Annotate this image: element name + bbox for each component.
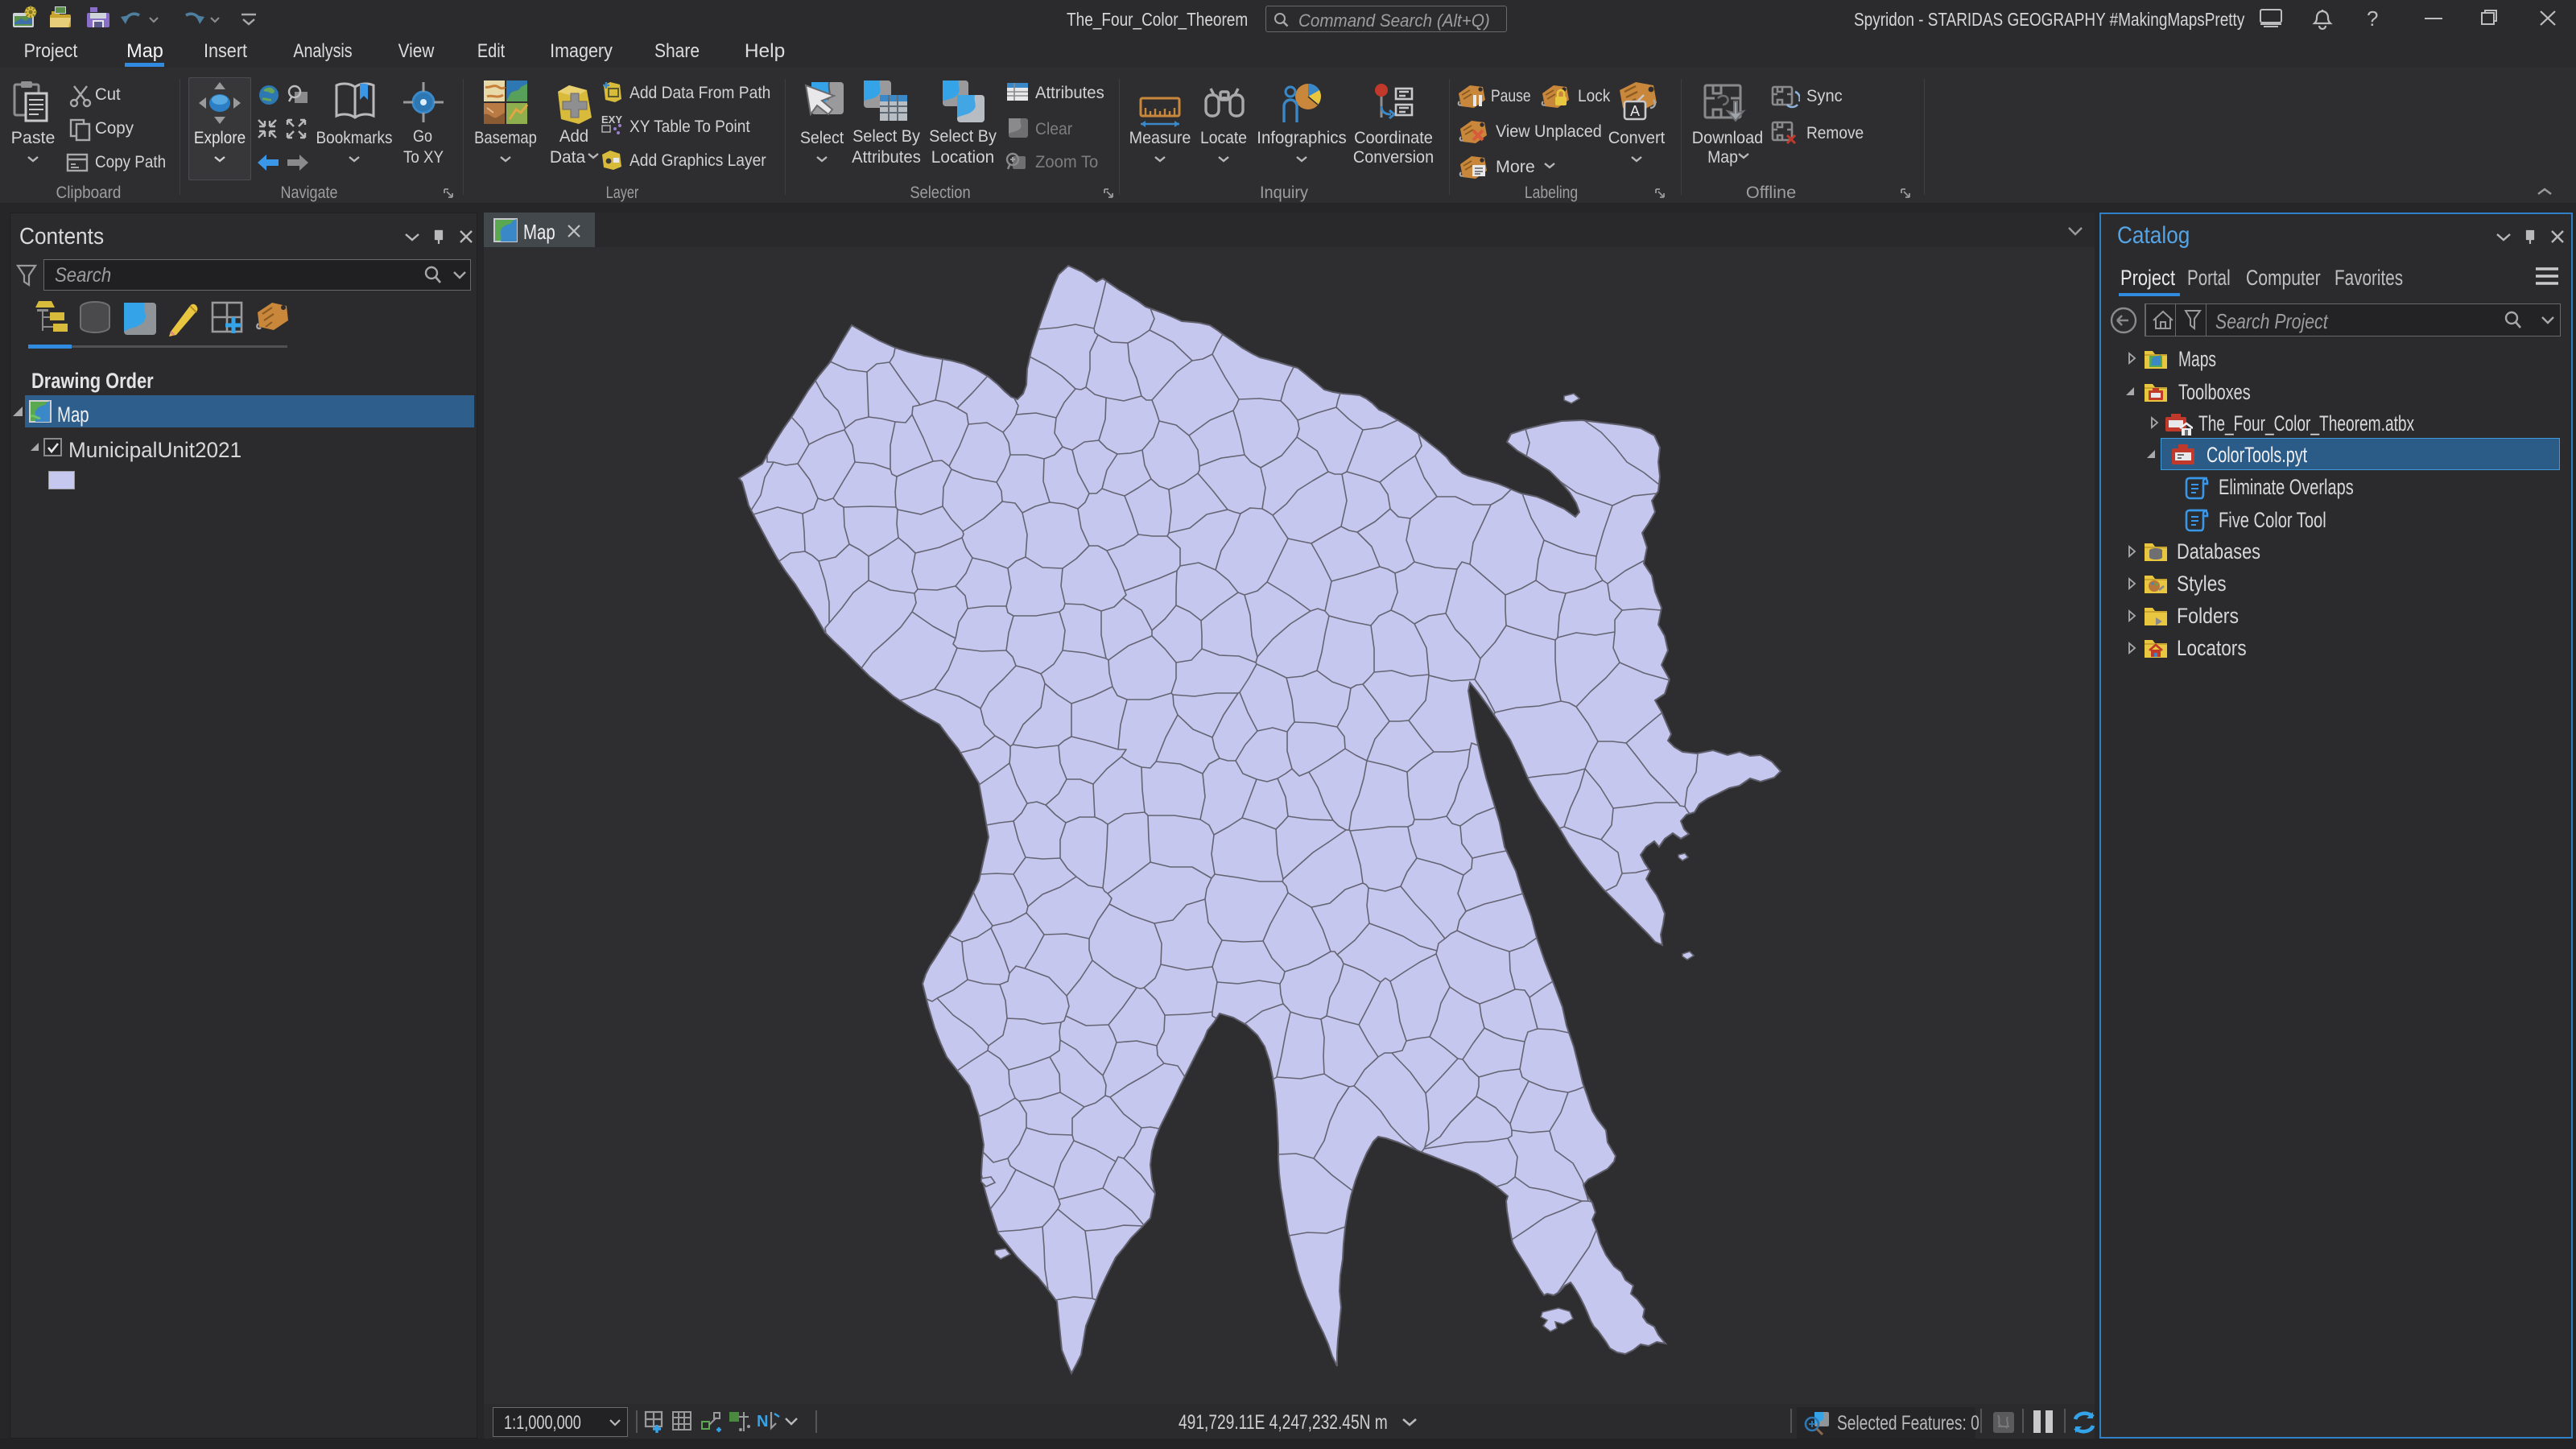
svg-text:N: N (757, 1413, 768, 1430)
svg-text:A: A (1630, 103, 1640, 119)
svg-text:?: ? (2367, 6, 2378, 31)
svg-text:EXY: EXY (601, 114, 622, 126)
